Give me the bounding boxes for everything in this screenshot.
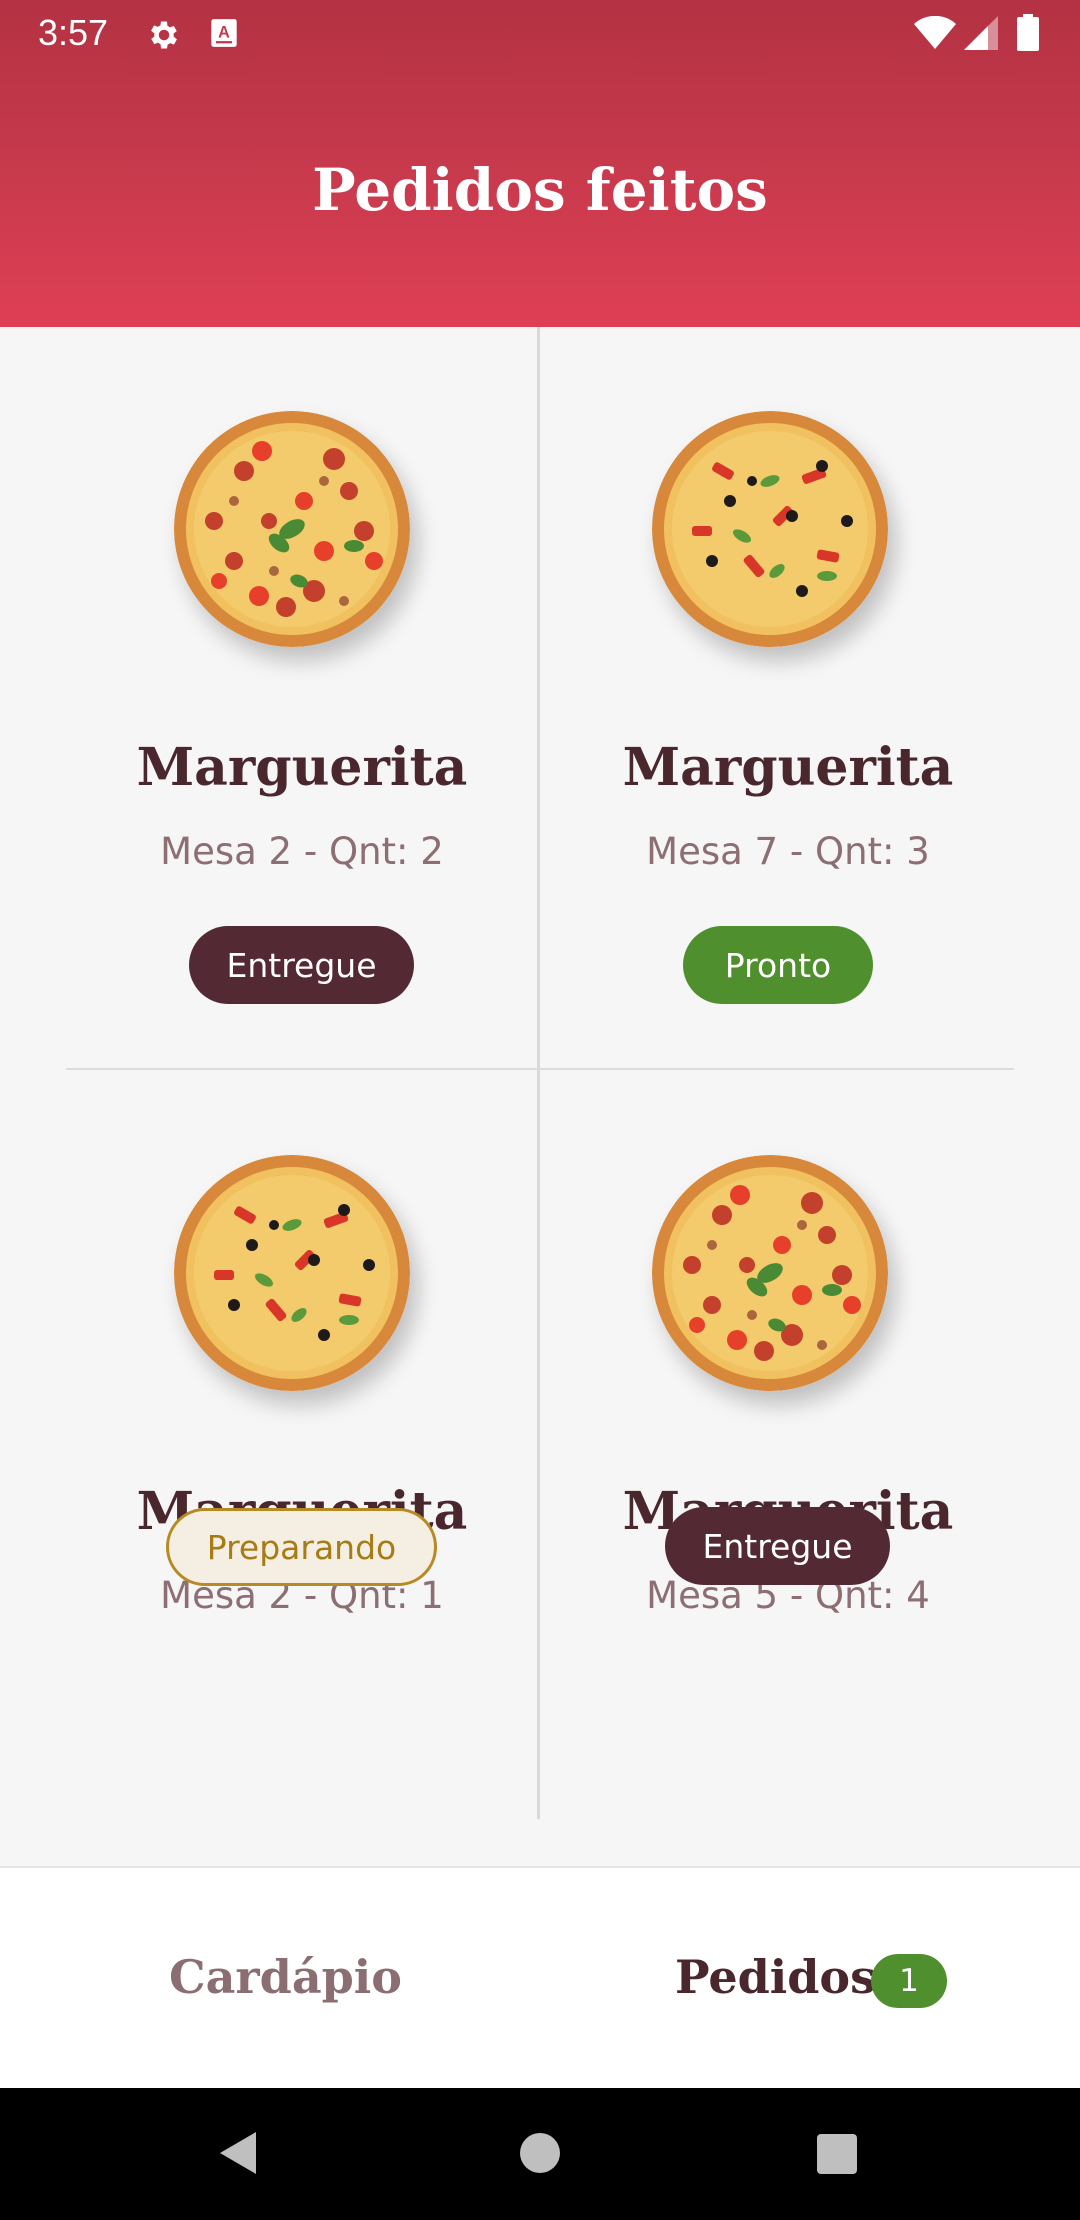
a-text-icon: A [211,19,237,47]
pedidos-count-badge: 1 [871,1954,947,2008]
bottom-nav: Cardápio Pedidos 1 [0,1866,1080,2088]
order-meta: Mesa 2 - Qnt: 2 [160,830,444,873]
status-badge[interactable]: Entregue [189,926,414,1004]
page-title: Pedidos feitos [312,156,768,224]
order-name: Marguerita [136,737,468,798]
order-card[interactable]: Marguerita Mesa 2 - Qnt: 1 Preparando [0,1071,536,1815]
signal-icon [964,16,998,50]
wifi-icon [914,16,956,49]
battery-icon [1017,14,1039,51]
svg-text:A: A [218,24,230,42]
order-meta: Mesa 7 - Qnt: 3 [646,830,930,873]
pizza-image [174,1155,410,1391]
status-bar: 3:57 A [0,0,1080,66]
order-card[interactable]: Marguerita Mesa 2 - Qnt: 2 Entregue [0,327,536,1071]
recents-icon[interactable] [817,2134,857,2174]
status-time: 3:57 [38,12,109,53]
pizza-image [174,411,410,647]
order-card[interactable]: Marguerita Mesa 7 - Qnt: 3 Pronto [540,327,1076,1071]
status-badge[interactable]: Entregue [665,1507,890,1585]
order-name: Marguerita [622,737,954,798]
status-badge[interactable]: Pronto [683,926,873,1004]
order-card[interactable]: Marguerita Mesa 5 - Qnt: 4 Entregue [540,1071,1076,1815]
nav-pedidos[interactable]: Pedidos [675,1950,876,2004]
home-icon[interactable] [520,2133,560,2173]
back-icon[interactable] [218,2130,258,2176]
gear-icon [151,21,177,49]
system-nav-bar [0,2088,1080,2220]
orders-grid: Marguerita Mesa 2 - Qnt: 2 Entregue Marg… [0,327,1080,1819]
app-header: 3:57 A Pedidos feitos [0,0,1080,327]
nav-cardapio[interactable]: Cardápio [169,1950,402,2004]
pizza-image [652,1155,888,1391]
status-badge[interactable]: Preparando [166,1508,437,1586]
pizza-image [652,411,888,647]
